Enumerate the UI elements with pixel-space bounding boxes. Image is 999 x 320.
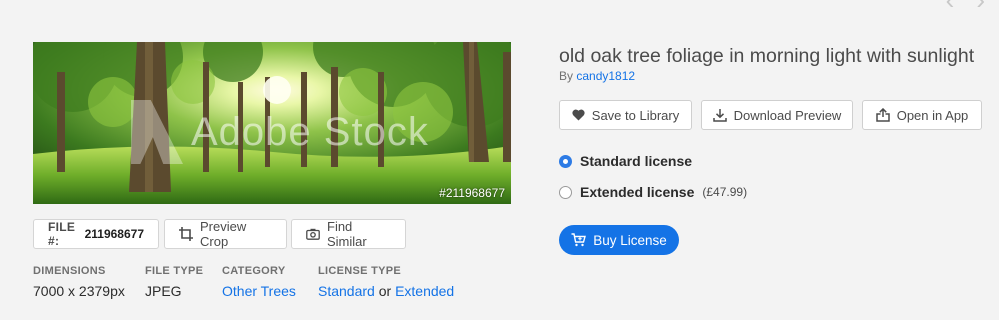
preview-crop-label: Preview Crop	[200, 219, 247, 249]
find-similar-label: Find Similar	[327, 219, 367, 249]
file-number-chip: FILE #: 211968677	[33, 219, 159, 249]
file-type-value: JPEG	[145, 283, 182, 299]
save-to-library-button[interactable]: Save to Library	[559, 100, 692, 130]
category-link[interactable]: Other Trees	[222, 283, 296, 299]
file-id-overlay: #211968677	[439, 186, 505, 200]
meta-license-type: LICENSE TYPE Standard or Extended	[318, 265, 454, 299]
file-number-value: 211968677	[84, 227, 144, 241]
chevron-right-icon[interactable]: ›	[976, 0, 985, 13]
file-number-label: FILE #:	[48, 220, 76, 248]
download-preview-button[interactable]: Download Preview	[701, 100, 853, 130]
download-icon	[712, 109, 727, 122]
cart-icon	[571, 233, 587, 247]
author-link[interactable]: candy1812	[576, 69, 635, 83]
category-key: CATEGORY	[222, 265, 286, 277]
preview-crop-button[interactable]: Preview Crop	[164, 219, 287, 249]
share-icon	[875, 108, 890, 122]
watermark: Adobe Stock	[131, 100, 429, 164]
chevron-left-icon[interactable]: ‹	[946, 0, 955, 13]
extended-license-option[interactable]: Extended license (£47.99)	[559, 184, 747, 200]
by-label: By	[559, 69, 574, 83]
buy-license-button[interactable]: Buy License	[559, 225, 679, 255]
camera-icon	[306, 228, 320, 240]
heart-icon	[572, 109, 585, 121]
extended-license-price: (£47.99)	[702, 185, 748, 199]
adobe-logo-icon	[131, 100, 183, 164]
license-or-text: or	[378, 283, 392, 299]
watermark-text: Adobe Stock	[191, 109, 429, 154]
crop-icon	[179, 227, 193, 241]
standard-license-label: Standard license	[580, 153, 693, 169]
standard-license-link[interactable]: Standard	[318, 283, 375, 299]
carousel-nav: ‹ ›	[946, 0, 985, 13]
preview-image[interactable]: Adobe Stock #211968677	[33, 42, 511, 204]
open-in-app-button[interactable]: Open in App	[862, 100, 982, 130]
extended-license-radio[interactable]	[559, 185, 572, 199]
dimensions-key: DIMENSIONS	[33, 265, 106, 277]
license-type-key: LICENSE TYPE	[318, 265, 402, 277]
meta-file-type: FILE TYPE JPEG	[145, 265, 203, 299]
extended-license-link[interactable]: Extended	[395, 283, 454, 299]
standard-license-radio[interactable]	[559, 154, 572, 168]
download-preview-label: Download Preview	[733, 107, 842, 123]
open-in-app-label: Open in App	[896, 107, 969, 123]
standard-license-option[interactable]: Standard license	[559, 153, 692, 169]
byline: By candy1812	[559, 69, 635, 83]
save-to-library-label: Save to Library	[591, 107, 680, 123]
find-similar-button[interactable]: Find Similar	[291, 219, 406, 249]
file-type-key: FILE TYPE	[145, 265, 204, 277]
buy-license-label: Buy License	[593, 232, 667, 248]
meta-dimensions: DIMENSIONS 7000 x 2379px	[33, 265, 125, 299]
meta-category: CATEGORY Other Trees	[222, 265, 296, 299]
dimensions-value: 7000 x 2379px	[33, 283, 125, 299]
extended-license-label: Extended license	[580, 184, 695, 200]
asset-title: old oak tree foliage in morning light wi…	[559, 45, 975, 67]
